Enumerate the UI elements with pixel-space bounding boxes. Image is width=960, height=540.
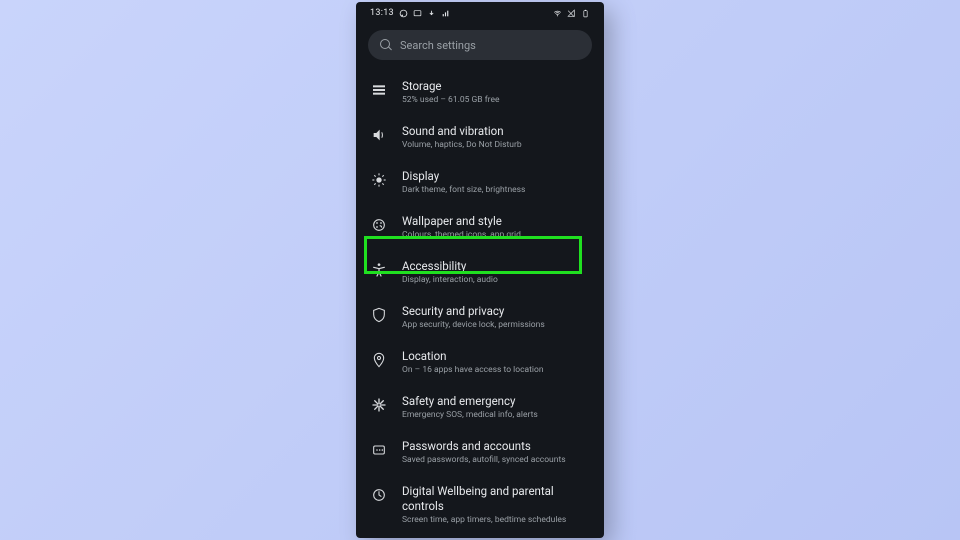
item-sub: Display, interaction, audio — [402, 275, 590, 286]
item-sub: Dark theme, font size, brightness — [402, 185, 590, 196]
item-title: Wallpaper and style — [402, 214, 590, 229]
location-icon — [370, 351, 388, 369]
item-sub: Screen time, app timers, bedtime schedul… — [402, 515, 590, 526]
item-title: Digital Wellbeing and parental controls — [402, 484, 590, 514]
security-icon — [370, 306, 388, 324]
update-icon — [427, 9, 436, 18]
settings-item-storage[interactable]: Storage52% used – 61.05 GB free — [356, 70, 604, 115]
wellbeing-icon — [370, 486, 388, 504]
item-title: Security and privacy — [402, 304, 590, 319]
item-sub: Colours, themed icons, app grid — [402, 230, 590, 241]
settings-item-passwords[interactable]: Passwords and accountsSaved passwords, a… — [356, 430, 604, 475]
sound-icon — [370, 126, 388, 144]
settings-item-wellbeing[interactable]: Digital Wellbeing and parental controlsS… — [356, 475, 604, 535]
settings-item-wallpaper[interactable]: Wallpaper and styleColours, themed icons… — [356, 205, 604, 250]
search-placeholder: Search settings — [400, 39, 476, 52]
item-title: Display — [402, 169, 590, 184]
cast-icon — [413, 9, 422, 18]
safety-icon — [370, 396, 388, 414]
battery-icon — [581, 9, 590, 18]
settings-item-sound[interactable]: Sound and vibrationVolume, haptics, Do N… — [356, 115, 604, 160]
phone-frame: 13:13 Search settings Storage52% used – … — [356, 2, 604, 538]
wifi-icon — [553, 9, 562, 18]
item-title: Sound and vibration — [402, 124, 590, 139]
whatsapp-icon — [399, 9, 408, 18]
item-title: Storage — [402, 79, 590, 94]
status-bar: 13:13 — [356, 2, 604, 24]
settings-item-accessibility[interactable]: AccessibilityDisplay, interaction, audio — [356, 250, 604, 295]
item-title: Safety and emergency — [402, 394, 590, 409]
settings-item-location[interactable]: LocationOn – 16 apps have access to loca… — [356, 340, 604, 385]
bars-icon — [441, 9, 450, 18]
signal-icon — [567, 9, 576, 18]
wallpaper-icon — [370, 216, 388, 234]
passwords-icon — [370, 441, 388, 459]
settings-item-security[interactable]: Security and privacyApp security, device… — [356, 295, 604, 340]
search-settings[interactable]: Search settings — [368, 30, 592, 60]
item-title: Location — [402, 349, 590, 364]
item-sub: Volume, haptics, Do Not Disturb — [402, 140, 590, 151]
item-title: Accessibility — [402, 259, 590, 274]
storage-icon — [370, 81, 388, 99]
display-icon — [370, 171, 388, 189]
item-sub: On – 16 apps have access to location — [402, 365, 590, 376]
settings-item-display[interactable]: DisplayDark theme, font size, brightness — [356, 160, 604, 205]
accessibility-icon — [370, 261, 388, 279]
item-title: Passwords and accounts — [402, 439, 590, 454]
status-time: 13:13 — [370, 8, 394, 18]
item-sub: Saved passwords, autofill, synced accoun… — [402, 455, 590, 466]
settings-list: Storage52% used – 61.05 GB free Sound an… — [356, 70, 604, 535]
search-icon — [380, 39, 392, 51]
settings-item-safety[interactable]: Safety and emergencyEmergency SOS, medic… — [356, 385, 604, 430]
item-sub: Emergency SOS, medical info, alerts — [402, 410, 590, 421]
item-sub: 52% used – 61.05 GB free — [402, 95, 590, 106]
item-sub: App security, device lock, permissions — [402, 320, 590, 331]
